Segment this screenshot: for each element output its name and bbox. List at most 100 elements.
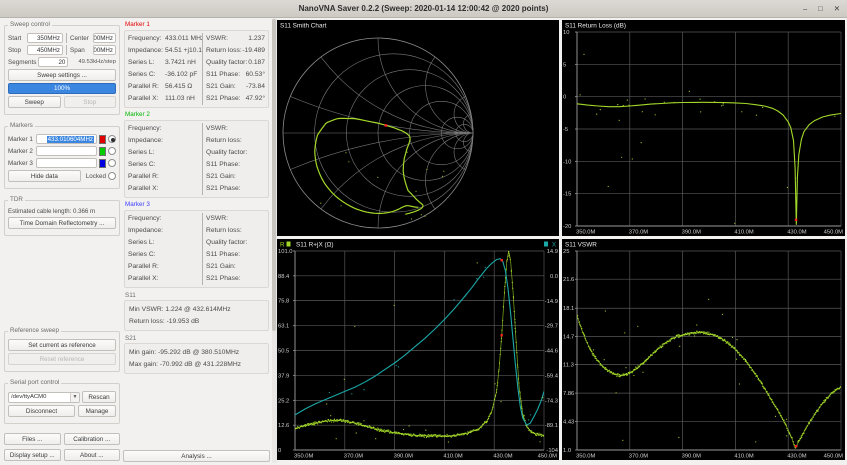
field-label: Impedance: [128,135,165,147]
marker-3-input[interactable] [36,158,97,168]
svg-text:-59.4: -59.4 [545,373,559,379]
marker-1-color-swatch[interactable] [99,135,106,144]
manage-button[interactable]: Manage [78,405,116,417]
marker-1-return-loss-row: Return loss:-19.489 [206,45,265,57]
about-button[interactable]: About ... [64,449,121,461]
analysis-button[interactable]: Analysis ... [123,450,270,462]
marker-1-radio[interactable] [108,135,116,143]
field-label: Return loss: [206,225,242,237]
panel-scrollbar[interactable] [272,18,277,463]
svg-text:10: 10 [563,30,569,36]
svg-text:75.8: 75.8 [278,299,289,305]
return-loss-chart-panel[interactable]: 1050-5-10-15-20350.0M370.0M390.0M410.0M4… [562,20,845,236]
titlebar[interactable]: NanoVNA Saver 0.2.2 (Sweep: 2020-01-14 1… [0,0,847,18]
svg-text:-89.1: -89.1 [545,423,558,429]
marker-2-s21-phase-row: S21 Phase: [206,183,265,195]
files-button[interactable]: Files ... [4,433,61,445]
svg-text:50.5: 50.5 [278,349,289,355]
marker-1-parallel-r-row: Parallel R:56.415 Ω [128,81,202,93]
field-label: Frequency: [128,213,165,225]
scrollbar-thumb[interactable] [272,19,276,331]
svg-text:-5: -5 [563,127,568,133]
field-label: Impedance: [128,45,165,57]
field-label: Frequency: [128,33,165,45]
marker-3-color-swatch[interactable] [99,159,106,168]
svg-text:0: 0 [278,448,281,454]
marker-2-s21-gain-row: S21 Gain: [206,171,265,183]
marker-2-radio[interactable] [108,147,116,155]
vswr-chart-panel[interactable]: 2521.618.114.711.37.864.431.0350.0M370.0… [562,239,845,460]
field-value: 1.237 [228,33,265,45]
locked-label: Locked [86,173,106,180]
calibration-button[interactable]: Calibration ... [64,433,121,445]
field-value [165,171,202,183]
marker-2-input[interactable] [36,146,97,156]
maximize-button[interactable]: □ [818,0,823,18]
field-label: Impedance: [128,225,165,237]
sweep-button[interactable]: Sweep [8,96,61,108]
marker-1-input[interactable]: 433.010604MHz [36,134,97,144]
marker-3-s21-phase-row: S21 Phase: [206,273,265,285]
field-value: -73.84 [236,81,265,93]
svg-text:-29.7: -29.7 [545,324,558,330]
field-value [247,237,265,249]
field-label: S21 Phase: [206,273,241,285]
marker-2-return-loss-row: Return loss: [206,135,265,147]
sweep-control-group: Sweep control Start 350MHz Center 400MHz… [4,25,120,115]
close-button[interactable]: ✕ [834,0,840,18]
hide-data-button[interactable]: Hide data [8,170,81,182]
divider [66,45,67,55]
marker-1-quality-factor-row: Quality factor:0.187 [206,57,265,69]
selected-text: 433.010604MHz [47,136,94,143]
field-value [242,225,265,237]
sweep-progress-bar: 100% [8,83,116,94]
center-label: Center [70,35,91,42]
svg-text:88.4: 88.4 [278,274,290,280]
reset-reference-button[interactable]: Reset reference [8,353,116,365]
marker-3-radio[interactable] [108,159,116,167]
svg-text:450.0M: 450.0M [824,454,844,460]
field-value: 47.92° [241,93,265,105]
set-reference-button[interactable]: Set current as reference [8,339,116,351]
svg-text:450.0M: 450.0M [824,230,844,236]
locked-checkbox[interactable] [108,172,116,180]
field-label: Series L: [128,147,165,159]
svg-text:63.1: 63.1 [278,324,289,330]
field-label: S21 Phase: [206,183,241,195]
stop-label: Stop [8,47,25,54]
field-value: 0.187 [247,57,265,69]
svg-text:0.0: 0.0 [550,274,558,280]
svg-text:390.0M: 390.0M [394,454,414,460]
stop-input[interactable]: 450MHz [27,45,63,55]
segments-input[interactable]: 20 [38,57,68,67]
marker-1-vswr-row: VSWR:1.237 [206,33,265,45]
marker-2-series-l-row: Series L: [128,147,202,159]
field-value: 60.53° [240,69,265,81]
display-setup-button[interactable]: Display setup ... [4,449,61,461]
span-input[interactable]: 100MHz [93,45,116,55]
stop-button[interactable]: Stop [64,96,117,108]
minimize-button[interactable]: – [803,0,807,18]
smith-chart-panel[interactable]: S11 Smith Chart [277,20,559,236]
sweep-settings-button[interactable]: Sweep settings ... [8,69,116,81]
field-label: S11 Phase: [206,249,240,261]
disconnect-button[interactable]: Disconnect [8,405,75,417]
serial-port-combo[interactable]: /dev/ttyACM0 ▼ [8,392,80,403]
svg-text:5: 5 [563,62,566,68]
marker-2-color-swatch[interactable] [99,147,106,156]
center-input[interactable]: 400MHz [93,33,116,43]
rescan-button[interactable]: Rescan [82,391,116,403]
chevron-down-icon[interactable]: ▼ [70,393,79,402]
marker-2-data-title: Marker 2 [125,110,270,119]
marker-2-vswr-row: VSWR: [206,123,265,135]
marker-3-s11-phase-row: S11 Phase: [206,249,265,261]
field-label: VSWR: [206,33,228,45]
rjx-chart-panel[interactable]: 101.088.475.863.150.537.925.212.6014.90.… [277,239,559,460]
marker-data-column: Marker 1Frequency:433.011 MHzImpedance:5… [123,18,270,463]
window-controls: – □ ✕ [803,0,840,18]
tdr-button[interactable]: Time Domain Reflectometry ... [8,217,116,229]
field-value [241,273,265,285]
marker-3-parallel-r-row: Parallel R: [128,261,202,273]
start-input[interactable]: 350MHz [27,33,63,43]
svg-text:370.0M: 370.0M [344,454,364,460]
